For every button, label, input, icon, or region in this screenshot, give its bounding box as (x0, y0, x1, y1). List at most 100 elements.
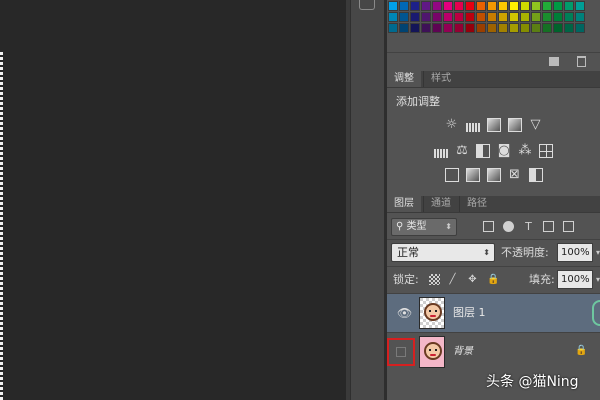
curves-icon[interactable] (486, 118, 501, 132)
vibrance-icon[interactable]: ▽ (529, 118, 543, 132)
color-swatch[interactable] (410, 12, 420, 22)
color-swatch[interactable] (531, 23, 541, 33)
color-swatch[interactable] (564, 23, 574, 33)
chevron-down-icon[interactable]: ▾ (593, 270, 600, 289)
color-swatch[interactable] (476, 23, 486, 33)
pixel-filter-icon[interactable] (483, 221, 494, 232)
color-swatch[interactable] (410, 23, 420, 33)
photo-filter-icon[interactable]: ◙ (497, 144, 511, 158)
color-swatch[interactable] (564, 1, 574, 11)
color-swatch[interactable] (553, 1, 563, 11)
color-swatch[interactable] (388, 23, 398, 33)
color-swatch[interactable] (454, 1, 464, 11)
color-swatch[interactable] (443, 1, 453, 11)
gradient-map-icon[interactable] (528, 168, 543, 182)
color-swatch[interactable] (421, 23, 431, 33)
posterize-icon[interactable] (465, 168, 480, 182)
opacity-input[interactable]: 100% (557, 243, 593, 262)
color-swatch[interactable] (388, 1, 398, 11)
tab-adjustments[interactable]: 调整 (387, 71, 421, 87)
color-swatch[interactable] (421, 12, 431, 22)
tab-paths[interactable]: 路径 (459, 196, 494, 212)
color-swatch[interactable] (553, 12, 563, 22)
color-swatch[interactable] (553, 23, 563, 33)
color-swatch[interactable] (509, 1, 519, 11)
color-swatch[interactable] (520, 23, 530, 33)
color-swatch[interactable] (575, 12, 585, 22)
tab-channels[interactable]: 通道 (423, 196, 458, 212)
color-swatch[interactable] (399, 1, 409, 11)
color-lookup-icon[interactable] (539, 144, 553, 158)
layer-row-background[interactable]: 背景 🔒 (387, 333, 600, 371)
color-swatch[interactable] (487, 1, 497, 11)
color-swatch[interactable] (520, 12, 530, 22)
color-swatch[interactable] (454, 23, 464, 33)
visibility-toggle-highlighted[interactable] (387, 338, 415, 366)
fill-input[interactable]: 100% (557, 270, 593, 289)
tab-layers[interactable]: 图层 (387, 196, 421, 212)
color-swatch[interactable] (542, 1, 552, 11)
trash-icon[interactable] (577, 56, 586, 67)
adjustment-filter-icon[interactable] (503, 221, 514, 232)
color-swatch[interactable] (465, 12, 475, 22)
color-swatch[interactable] (421, 1, 431, 11)
color-swatch[interactable] (575, 1, 585, 11)
exposure-icon[interactable] (507, 118, 522, 132)
layer-kind-select[interactable]: ⚲ 类型 ⬍ (391, 218, 457, 236)
color-swatch[interactable] (564, 12, 574, 22)
chevron-down-icon[interactable]: ▾ (593, 243, 600, 262)
levels-icon[interactable] (465, 123, 480, 132)
invert-icon[interactable] (444, 168, 459, 182)
layer-name[interactable]: 图层 1 (453, 294, 486, 332)
tab-styles[interactable]: 样式 (423, 71, 458, 87)
color-swatch[interactable] (432, 1, 442, 11)
color-swatch[interactable] (498, 12, 508, 22)
color-swatch[interactable] (465, 23, 475, 33)
hue-saturation-icon[interactable] (434, 149, 448, 158)
color-swatch[interactable] (432, 23, 442, 33)
color-swatch[interactable] (575, 23, 585, 33)
lock-brush-icon[interactable]: ╱ (447, 274, 458, 285)
channel-mixer-icon[interactable]: ⁂ (518, 144, 532, 158)
color-swatch[interactable] (509, 23, 519, 33)
color-swatch[interactable] (410, 1, 420, 11)
black-white-icon[interactable] (476, 144, 490, 158)
lock-move-icon[interactable]: ✥ (467, 274, 478, 285)
color-swatch[interactable] (487, 12, 497, 22)
color-balance-icon[interactable]: ⚖ (455, 144, 469, 158)
color-swatch[interactable] (487, 23, 497, 33)
color-swatch[interactable] (465, 1, 475, 11)
color-swatch[interactable] (476, 12, 486, 22)
brightness-icon[interactable]: ☼ (445, 118, 459, 132)
color-swatch[interactable] (443, 12, 453, 22)
smart-object-filter-icon[interactable] (563, 221, 574, 232)
color-swatch[interactable] (454, 12, 464, 22)
color-swatch[interactable] (432, 12, 442, 22)
lock-transparent-icon[interactable] (429, 274, 440, 285)
threshold-icon[interactable] (486, 168, 501, 182)
canvas-area[interactable] (0, 0, 346, 400)
color-swatch[interactable] (520, 1, 530, 11)
color-swatch[interactable] (509, 12, 519, 22)
selective-color-icon[interactable]: ⊠ (508, 168, 522, 182)
color-swatch[interactable] (542, 12, 552, 22)
color-swatch[interactable] (542, 23, 552, 33)
layer-name[interactable]: 背景 (453, 333, 473, 371)
layer-row-layer1[interactable]: 👁 图层 1 (387, 294, 600, 332)
shape-filter-icon[interactable] (543, 221, 554, 232)
color-swatch[interactable] (399, 23, 409, 33)
color-swatch[interactable] (476, 1, 486, 11)
color-swatch[interactable] (443, 23, 453, 33)
panel-toggle-icon[interactable] (359, 0, 375, 10)
color-swatch[interactable] (531, 12, 541, 22)
color-swatch[interactable] (498, 1, 508, 11)
color-swatch[interactable] (531, 1, 541, 11)
color-swatch[interactable] (399, 12, 409, 22)
new-swatch-icon[interactable] (549, 57, 559, 66)
blend-mode-select[interactable]: 正常 ⬍ (391, 243, 495, 262)
type-filter-icon[interactable]: T (523, 221, 534, 232)
color-swatch[interactable] (388, 12, 398, 22)
color-swatch[interactable] (498, 23, 508, 33)
lock-all-icon[interactable]: 🔒 (487, 274, 499, 285)
eye-icon[interactable]: 👁 (397, 307, 412, 319)
